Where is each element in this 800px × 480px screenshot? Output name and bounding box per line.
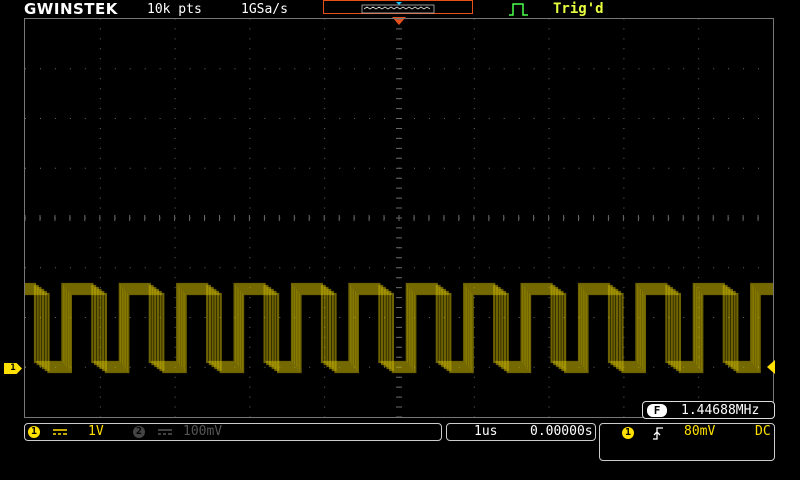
trigger-pulse-icon bbox=[509, 3, 528, 16]
center-ticks bbox=[24, 18, 759, 418]
ch1-waveform-trace bbox=[3, 282, 800, 369]
brand-logo: GWINSTEK bbox=[24, 0, 118, 18]
trigger-panel[interactable]: 1 80mV DC bbox=[599, 423, 775, 461]
ch1-waveform-trace bbox=[9, 288, 800, 370]
trigger-level: 80mV bbox=[684, 424, 716, 439]
ch1-badge[interactable]: 1 bbox=[28, 426, 40, 438]
memory-overview-bar[interactable] bbox=[323, 0, 473, 14]
trigger-coupling: DC bbox=[755, 424, 771, 439]
waveform-overview-icon bbox=[361, 2, 435, 14]
ch1-dc-coupling-icon bbox=[53, 429, 67, 435]
timebase-position: 0.00000s bbox=[530, 424, 593, 439]
ch1-ground-marker[interactable]: 1 bbox=[4, 363, 22, 374]
ch2-scale: 100mV bbox=[183, 424, 223, 439]
trigger-level-marker-icon[interactable] bbox=[765, 360, 775, 374]
frequency-badge: F bbox=[647, 404, 667, 417]
ch1-waveform-trace bbox=[5, 284, 800, 369]
ch1-scale: 1V bbox=[88, 424, 104, 439]
timebase-scale: 1us bbox=[474, 424, 498, 439]
frequency-value: 1.44688MHz bbox=[681, 403, 760, 418]
record-length: 10k pts bbox=[147, 2, 202, 17]
rising-edge-icon bbox=[653, 427, 663, 440]
ch1-waveform-trace bbox=[12, 292, 800, 374]
sample-rate: 1GSa/s bbox=[241, 2, 288, 17]
trigger-source-badge: 1 bbox=[622, 427, 634, 439]
frequency-readout: F 1.44688MHz bbox=[642, 401, 775, 419]
ch2-dc-coupling-icon bbox=[158, 429, 172, 435]
graticule bbox=[3, 18, 800, 418]
trigger-status: Trig'd bbox=[553, 1, 604, 17]
channel-info-panel[interactable]: 1 1V 2 100mV bbox=[24, 423, 442, 441]
ch2-badge[interactable]: 2 bbox=[133, 426, 145, 438]
timebase-panel[interactable]: 1us 0.00000s bbox=[446, 423, 596, 441]
waveform-display[interactable] bbox=[3, 18, 800, 418]
ch1-waveform-trace bbox=[10, 290, 800, 372]
status-bar: GWINSTEK 10k pts 1GSa/s Trig'd bbox=[0, 0, 800, 18]
